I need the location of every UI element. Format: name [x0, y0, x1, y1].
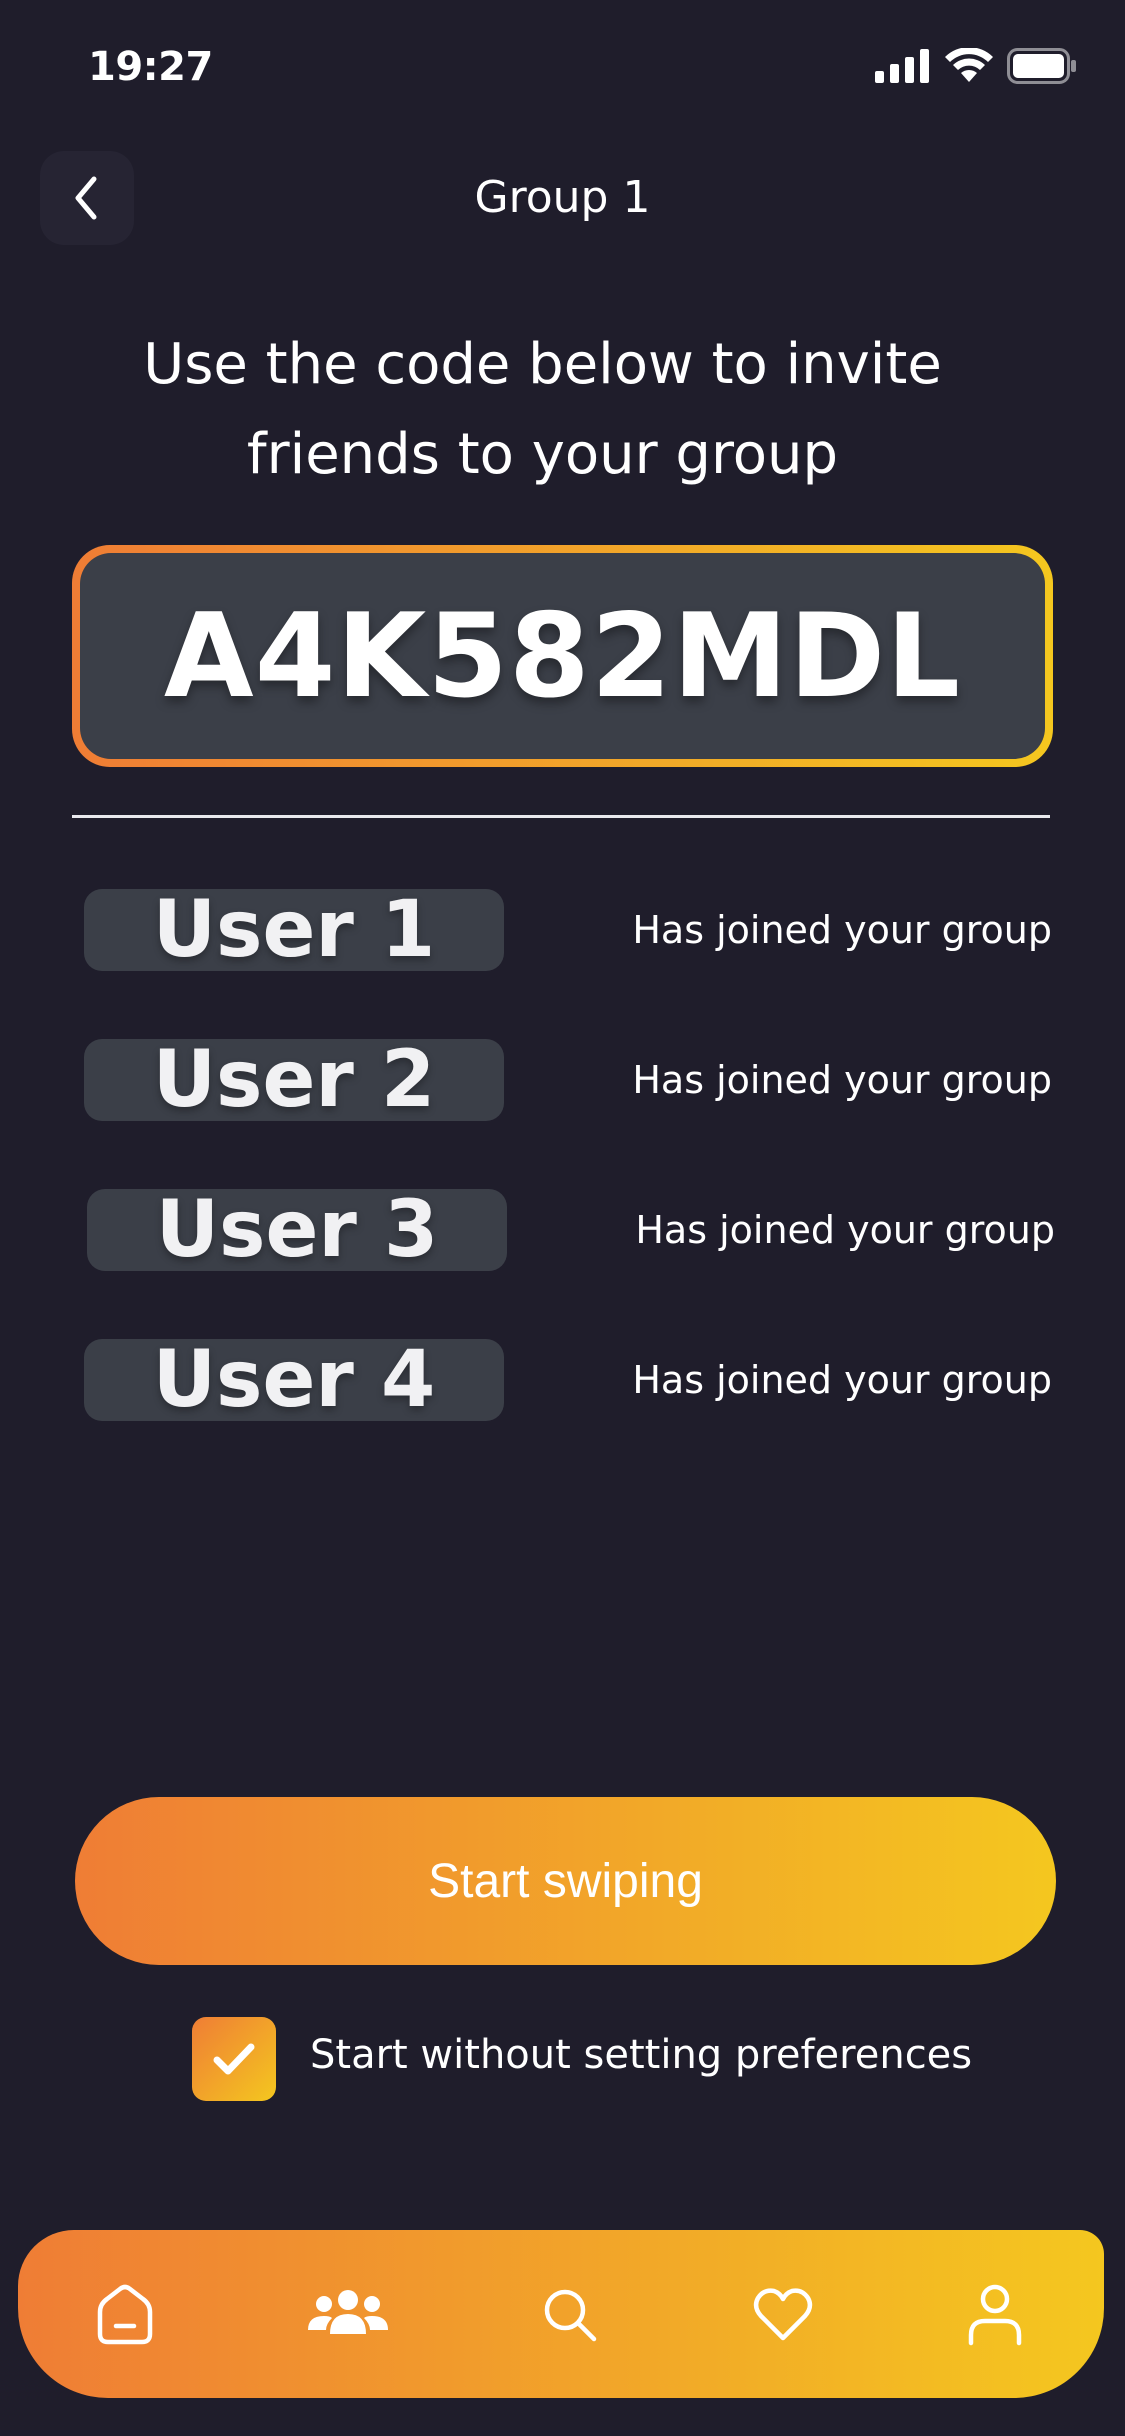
nav-favorites[interactable] — [728, 2260, 838, 2370]
member-row: User 2 Has joined your group — [84, 1035, 1052, 1125]
battery-icon — [1007, 48, 1076, 84]
checkmark-icon — [213, 2043, 255, 2075]
page-title: Group 1 — [474, 172, 651, 223]
nav-profile[interactable] — [940, 2260, 1050, 2370]
profile-icon — [968, 2284, 1022, 2346]
member-row: User 4 Has joined your group — [84, 1335, 1052, 1425]
member-name: User 4 — [84, 1335, 504, 1425]
member-name: User 1 — [84, 885, 504, 975]
invite-code[interactable]: A4K582MDL — [164, 589, 961, 724]
member-name: User 2 — [84, 1035, 504, 1125]
status-icons — [875, 48, 1077, 84]
nav-home[interactable] — [70, 2260, 180, 2370]
member-status: Has joined your group — [632, 1358, 1052, 1402]
nav-group[interactable] — [293, 2260, 403, 2370]
invite-instruction: Use the code below to invite friends to … — [143, 332, 942, 487]
invite-code-inner: A4K582MDL — [80, 553, 1045, 759]
member-status: Has joined your group — [632, 1058, 1052, 1102]
wifi-icon — [945, 48, 993, 82]
home-icon — [97, 2284, 153, 2345]
member-status: Has joined your group — [632, 908, 1052, 952]
skip-preferences-label[interactable]: Start without setting preferences — [310, 2032, 972, 2078]
start-swiping-button[interactable]: Start swiping — [75, 1797, 1056, 1965]
search-icon — [544, 2289, 597, 2342]
heart-icon — [753, 2288, 813, 2341]
group-icon — [308, 2290, 388, 2334]
member-row: User 3 Has joined your group — [87, 1185, 1055, 1275]
member-row: User 1 Has joined your group — [84, 885, 1052, 975]
member-name: User 3 — [87, 1185, 507, 1275]
skip-preferences-checkbox[interactable] — [192, 2017, 276, 2101]
signal-icon — [875, 49, 929, 83]
status-time: 19:27 — [88, 44, 213, 90]
member-status: Has joined your group — [635, 1208, 1055, 1252]
nav-search[interactable] — [515, 2260, 625, 2370]
invite-code-box[interactable]: A4K582MDL — [72, 545, 1053, 767]
bottom-nav — [18, 2230, 1104, 2398]
divider — [72, 815, 1050, 818]
